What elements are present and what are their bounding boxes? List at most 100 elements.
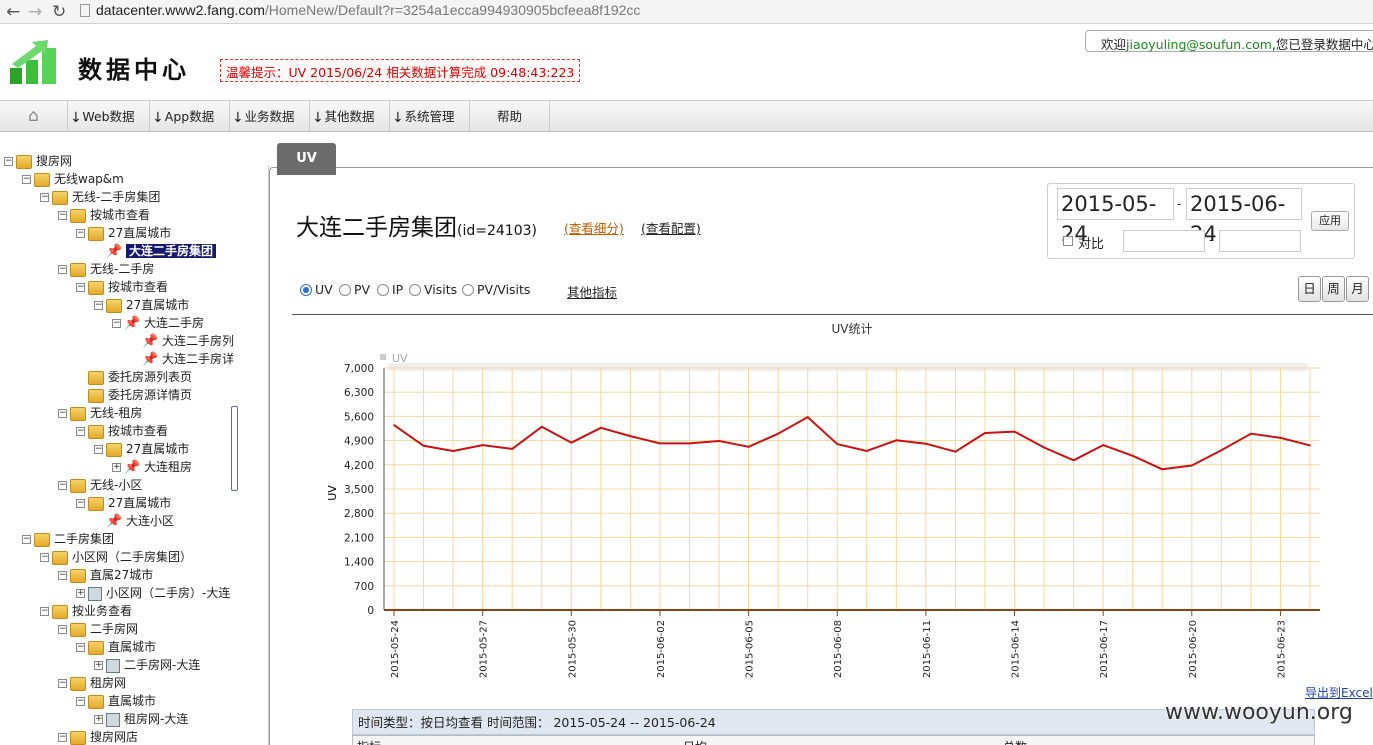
collapse-icon[interactable]: − bbox=[22, 175, 31, 184]
collapse-icon[interactable]: − bbox=[94, 445, 103, 454]
url-host: datacenter.www2.fang.com bbox=[96, 2, 265, 18]
view-detail-link[interactable]: (查看细分) bbox=[564, 218, 624, 237]
radio-ip[interactable]: IP bbox=[377, 282, 403, 297]
welcome-user[interactable]: jiaoyuling@soufun.com bbox=[1126, 37, 1272, 52]
collapse-icon[interactable]: − bbox=[58, 571, 67, 580]
collapse-icon[interactable]: − bbox=[58, 265, 67, 274]
tree-node[interactable]: 📌 大连二手房集团 bbox=[94, 242, 217, 260]
expand-icon[interactable]: + bbox=[76, 589, 85, 598]
collapse-icon[interactable]: − bbox=[76, 229, 85, 238]
collapse-icon[interactable]: − bbox=[58, 211, 67, 220]
collapse-icon[interactable]: − bbox=[58, 409, 67, 418]
reload-icon[interactable]: ↻ bbox=[52, 2, 66, 22]
tree-node[interactable]: 📌 大连二手房详 bbox=[130, 350, 234, 368]
compare-start-input[interactable] bbox=[1123, 230, 1205, 252]
menu-help[interactable]: 帮助 bbox=[470, 101, 550, 132]
expand-icon[interactable]: + bbox=[112, 463, 121, 472]
tree-node[interactable]: + 📌 大连租房 bbox=[112, 458, 192, 476]
radio-dot[interactable] bbox=[409, 284, 421, 296]
tree-node[interactable]: + 小区网（二手房）-大连 bbox=[76, 584, 230, 602]
tree-node[interactable]: − 无线wap&m bbox=[22, 170, 124, 188]
collapse-handle[interactable] bbox=[231, 406, 238, 491]
tree-node[interactable]: 📌 大连二手房列 bbox=[130, 332, 234, 350]
export-excel-link[interactable]: 导出到Excel bbox=[1305, 684, 1373, 701]
tree-node[interactable]: − 按城市查看 bbox=[76, 278, 168, 296]
tree-node[interactable]: − 27直属城市 bbox=[76, 494, 171, 512]
tree-node[interactable]: − 无线-二手房集团 bbox=[40, 188, 160, 206]
folder-icon bbox=[70, 406, 86, 421]
menu-other-data[interactable]: ↓ 其他数据 bbox=[310, 101, 390, 132]
collapse-icon[interactable]: − bbox=[76, 283, 85, 292]
back-arrow-icon[interactable]: ← bbox=[6, 2, 20, 22]
collapse-icon[interactable]: − bbox=[58, 625, 67, 634]
other-metrics-link[interactable]: 其他指标 bbox=[567, 282, 617, 301]
compare-checkbox[interactable] bbox=[1063, 236, 1073, 246]
period-day-button[interactable]: 日 bbox=[1298, 276, 1321, 302]
tree-node[interactable]: − 按业务查看 bbox=[40, 602, 132, 620]
collapse-icon[interactable]: − bbox=[58, 733, 67, 742]
tree-node[interactable]: − 27直属城市 bbox=[94, 296, 189, 314]
radio-pv[interactable]: PV bbox=[339, 282, 370, 297]
tree-node[interactable]: − 27直属城市 bbox=[94, 440, 189, 458]
collapse-icon[interactable]: − bbox=[22, 535, 31, 544]
tree-node[interactable]: − 直属城市 bbox=[76, 638, 156, 656]
tree-node[interactable]: + 二手房网-大连 bbox=[94, 656, 200, 674]
tree-node[interactable]: − 无线-二手房 bbox=[58, 260, 154, 278]
collapse-icon[interactable]: − bbox=[58, 679, 67, 688]
tree-node[interactable]: − 无线-小区 bbox=[58, 476, 142, 494]
collapse-icon[interactable]: − bbox=[76, 427, 85, 436]
menu-home[interactable]: ⌂ bbox=[0, 101, 68, 132]
tree-node[interactable]: − 搜房网 bbox=[4, 152, 72, 170]
tree-node[interactable]: 📌 大连小区 bbox=[94, 512, 174, 530]
menu-web-data[interactable]: ↓ Web数据 bbox=[68, 101, 150, 132]
apply-button[interactable]: 应用 bbox=[1311, 211, 1349, 231]
tree-node[interactable]: − 二手房集团 bbox=[22, 530, 114, 548]
collapse-icon[interactable]: − bbox=[76, 697, 85, 706]
tree-node[interactable]: − 无线-租房 bbox=[58, 404, 142, 422]
radio-uv[interactable]: UV bbox=[300, 282, 333, 297]
collapse-icon[interactable]: − bbox=[4, 157, 13, 166]
forward-arrow-icon[interactable]: → bbox=[28, 2, 42, 22]
data-point bbox=[1309, 444, 1311, 447]
tree-node[interactable]: − 租房网 bbox=[58, 674, 126, 692]
collapse-icon[interactable]: − bbox=[40, 193, 49, 202]
expand-icon[interactable]: + bbox=[94, 661, 103, 670]
tree-node[interactable]: − 📌 大连二手房 bbox=[112, 314, 204, 332]
radio-dot[interactable] bbox=[300, 284, 312, 296]
radio-pv-visits[interactable]: PV/Visits bbox=[462, 282, 530, 297]
menu-business-data[interactable]: ↓ 业务数据 bbox=[230, 101, 310, 132]
collapse-icon[interactable]: − bbox=[40, 607, 49, 616]
collapse-icon[interactable]: − bbox=[76, 499, 85, 508]
menu-app-data[interactable]: ↓ App数据 bbox=[150, 101, 230, 132]
menu-system-admin[interactable]: ↓ 系统管理 bbox=[390, 101, 470, 132]
tree-node[interactable]: − 27直属城市 bbox=[76, 224, 171, 242]
tree-node[interactable]: − 直属城市 bbox=[76, 692, 156, 710]
period-week-button[interactable]: 周 bbox=[1322, 276, 1345, 302]
end-date-input[interactable]: 2015-06-24 bbox=[1186, 188, 1302, 246]
tree-node[interactable]: − 小区网（二手房集团） bbox=[40, 548, 192, 566]
collapse-icon[interactable]: − bbox=[76, 643, 85, 652]
tree-node[interactable]: + 租房网-大连 bbox=[94, 710, 188, 728]
address-bar[interactable]: datacenter.www2.fang.com/HomeNew/Default… bbox=[80, 2, 1360, 21]
tab-uv[interactable]: UV bbox=[277, 143, 336, 175]
tree-node[interactable]: − 直属27城市 bbox=[58, 566, 153, 584]
expand-icon[interactable]: + bbox=[94, 715, 103, 724]
collapse-icon[interactable]: − bbox=[40, 553, 49, 562]
radio-dot[interactable] bbox=[377, 284, 389, 296]
tree-node[interactable]: − 按城市查看 bbox=[58, 206, 150, 224]
start-date-input[interactable]: 2015-05-24 bbox=[1057, 188, 1174, 246]
tree-node[interactable]: − 二手房网 bbox=[58, 620, 138, 638]
tree-node[interactable]: − 搜房网店 bbox=[58, 728, 138, 745]
collapse-icon[interactable]: − bbox=[94, 301, 103, 310]
radio-dot[interactable] bbox=[339, 284, 351, 296]
radio-dot[interactable] bbox=[462, 284, 474, 296]
view-config-link[interactable]: (查看配置) bbox=[641, 218, 701, 237]
collapse-icon[interactable]: − bbox=[58, 481, 67, 490]
tree-node[interactable]: 委托房源列表页 bbox=[76, 368, 192, 386]
collapse-icon[interactable]: − bbox=[112, 319, 121, 328]
tree-node[interactable]: − 按城市查看 bbox=[76, 422, 168, 440]
period-month-button[interactable]: 月 bbox=[1346, 276, 1369, 302]
tree-node[interactable]: 委托房源详情页 bbox=[76, 386, 192, 404]
compare-end-input[interactable] bbox=[1219, 230, 1301, 252]
radio-visits[interactable]: Visits bbox=[409, 282, 457, 297]
